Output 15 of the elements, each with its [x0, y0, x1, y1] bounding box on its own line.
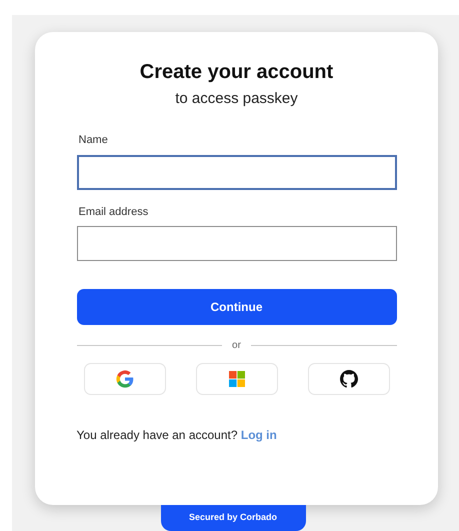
- continue-button[interactable]: Continue: [76, 289, 396, 325]
- footer-badge: Secured by Corbado: [160, 505, 306, 531]
- login-link[interactable]: Log in: [240, 428, 277, 442]
- cat-silhouette-icon: [340, 370, 358, 388]
- divider-text: or: [232, 339, 241, 353]
- four-squares-icon: [228, 371, 244, 387]
- google-logo-icon: [116, 370, 134, 388]
- social-login-button[interactable]: [308, 363, 390, 395]
- input-field[interactable]: [76, 154, 396, 190]
- form-title: Create your account: [140, 60, 334, 84]
- login-prompt: You already have an account? Log in: [76, 427, 278, 444]
- form-subtitle: to access passkey: [175, 89, 298, 109]
- input-field[interactable]: [76, 226, 396, 261]
- field-label: Name: [78, 133, 109, 148]
- field-label: Email address: [78, 204, 150, 220]
